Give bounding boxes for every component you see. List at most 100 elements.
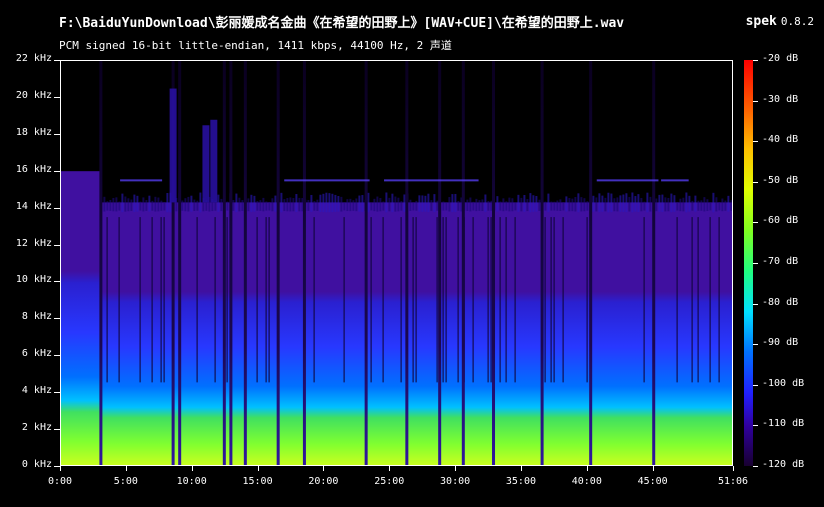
decibel-tick-label: -120 dB bbox=[762, 459, 805, 470]
frequency-tick-mark bbox=[54, 207, 60, 209]
spectrogram-texture bbox=[184, 198, 187, 212]
time-tick-label: 20:00 bbox=[308, 476, 339, 487]
spectrogram-texture bbox=[196, 200, 199, 211]
decibel-tick-label: -40 dB bbox=[762, 134, 799, 146]
spectrogram-texture bbox=[343, 217, 345, 383]
decibel-colorbar bbox=[744, 60, 753, 466]
spectrogram-texture bbox=[118, 201, 121, 211]
spectrogram-silence-gap bbox=[589, 61, 593, 465]
spectrogram-plot[interactable] bbox=[60, 60, 733, 466]
spectrogram-texture bbox=[655, 198, 658, 212]
time-tick-mark bbox=[733, 466, 734, 471]
spectrogram-texture bbox=[568, 198, 571, 212]
spectrogram-texture bbox=[151, 200, 154, 211]
spectrogram-texture bbox=[163, 217, 165, 383]
frequency-tick-label: 0 kHz bbox=[21, 459, 52, 470]
spectrogram-texture bbox=[310, 194, 313, 212]
spectrogram-texture bbox=[616, 197, 619, 212]
spectrogram-texture bbox=[391, 193, 394, 213]
spectrogram-texture bbox=[709, 217, 711, 383]
spectrogram-texture bbox=[613, 198, 616, 212]
spectrogram-texture bbox=[238, 197, 241, 212]
spectrogram-texture bbox=[643, 217, 645, 383]
spectrogram-texture bbox=[718, 217, 720, 383]
spectrogram-texture bbox=[586, 201, 589, 211]
spectrogram-texture bbox=[160, 200, 163, 211]
spectrogram-texture bbox=[697, 200, 700, 211]
frequency-tick-mark bbox=[54, 244, 60, 246]
spectrogram-texture bbox=[106, 201, 109, 211]
spectrogram-texture bbox=[325, 192, 328, 213]
spectrogram-texture bbox=[700, 200, 703, 211]
spectrogram-texture bbox=[436, 200, 439, 211]
spectrogram-texture bbox=[445, 217, 447, 383]
decibel-tick-label: -90 dB bbox=[762, 337, 799, 349]
spectrogram-texture bbox=[346, 199, 349, 212]
spectrogram-texture bbox=[298, 197, 301, 212]
spectrogram-texture bbox=[676, 217, 678, 383]
spectrogram-texture bbox=[481, 199, 484, 211]
spectrogram-texture bbox=[382, 201, 385, 211]
spectrogram-texture bbox=[484, 194, 487, 212]
spectrogram-texture bbox=[112, 197, 115, 212]
spectrogram-texture bbox=[343, 202, 346, 211]
spectrogram-texture bbox=[499, 217, 501, 383]
spectrogram-texture bbox=[649, 196, 652, 212]
spectrogram-texture bbox=[487, 201, 490, 211]
spectrogram-texture bbox=[691, 200, 694, 211]
frequency-tick-label: 4 kHz bbox=[21, 385, 52, 397]
spectrogram-texture bbox=[319, 194, 322, 212]
spectrogram-texture bbox=[424, 195, 427, 212]
frequency-tick-label: 12 kHz bbox=[15, 237, 52, 249]
spectrogram-texture bbox=[337, 195, 340, 212]
spectrogram-texture bbox=[457, 200, 460, 211]
spectrogram-texture bbox=[349, 198, 352, 212]
spectrogram-texture bbox=[703, 197, 706, 212]
spectrogram-texture bbox=[718, 202, 721, 211]
frequency-tick-label: 2 kHz bbox=[21, 422, 52, 434]
spectrogram-texture bbox=[370, 202, 373, 211]
spectrogram-texture bbox=[622, 194, 625, 212]
spectrogram-texture bbox=[544, 201, 547, 211]
spectrogram-texture bbox=[532, 195, 535, 212]
decibel-tick-label: -50 dB bbox=[762, 174, 799, 186]
time-tick-label: 10:00 bbox=[176, 476, 207, 487]
spectrogram-texture bbox=[130, 199, 133, 211]
time-tick-mark bbox=[257, 466, 259, 471]
spectrogram-texture bbox=[682, 197, 685, 212]
spectrogram-silence-gap bbox=[276, 61, 280, 465]
spectrogram-texture bbox=[409, 199, 412, 211]
spectrogram-texture bbox=[103, 196, 106, 212]
spectrogram-texture bbox=[268, 201, 271, 211]
spectrogram-tone-line bbox=[596, 179, 659, 182]
spectrogram-texture bbox=[448, 197, 451, 212]
spectrogram-texture bbox=[472, 217, 474, 383]
time-tick-mark bbox=[60, 466, 61, 471]
spectrogram-texture bbox=[193, 199, 196, 211]
spectrogram-texture bbox=[550, 217, 552, 383]
spectrogram-silence-gap bbox=[243, 61, 247, 465]
spectrogram-intro-band bbox=[61, 171, 101, 465]
frequency-tick-mark bbox=[54, 318, 60, 320]
decibel-tick-label: -70 dB bbox=[762, 256, 799, 267]
spectrogram-tone-line bbox=[661, 179, 689, 182]
spectrogram-texture bbox=[547, 193, 550, 213]
spectrogram-texture bbox=[430, 200, 433, 211]
frequency-tick-label: 18 kHz bbox=[15, 126, 52, 138]
spectrogram-texture bbox=[154, 196, 157, 212]
spectrogram-texture bbox=[727, 195, 730, 212]
spectrogram-texture bbox=[400, 217, 402, 383]
decibel-tick-mark bbox=[753, 181, 758, 183]
spectrogram-texture bbox=[163, 201, 166, 211]
spectrogram-texture bbox=[274, 195, 277, 212]
spectrogram-texture bbox=[358, 195, 361, 212]
frequency-tick-mark bbox=[54, 96, 60, 98]
frequency-tick-label: 6 kHz bbox=[21, 348, 52, 360]
spectrogram-texture bbox=[355, 198, 358, 212]
spectrogram-texture bbox=[271, 198, 274, 212]
decibel-tick-mark bbox=[753, 263, 758, 264]
spectrogram-texture bbox=[133, 194, 136, 212]
spectrogram-silence-gap bbox=[229, 61, 233, 465]
spectrogram-texture bbox=[583, 198, 586, 212]
time-tick-mark bbox=[125, 466, 127, 471]
